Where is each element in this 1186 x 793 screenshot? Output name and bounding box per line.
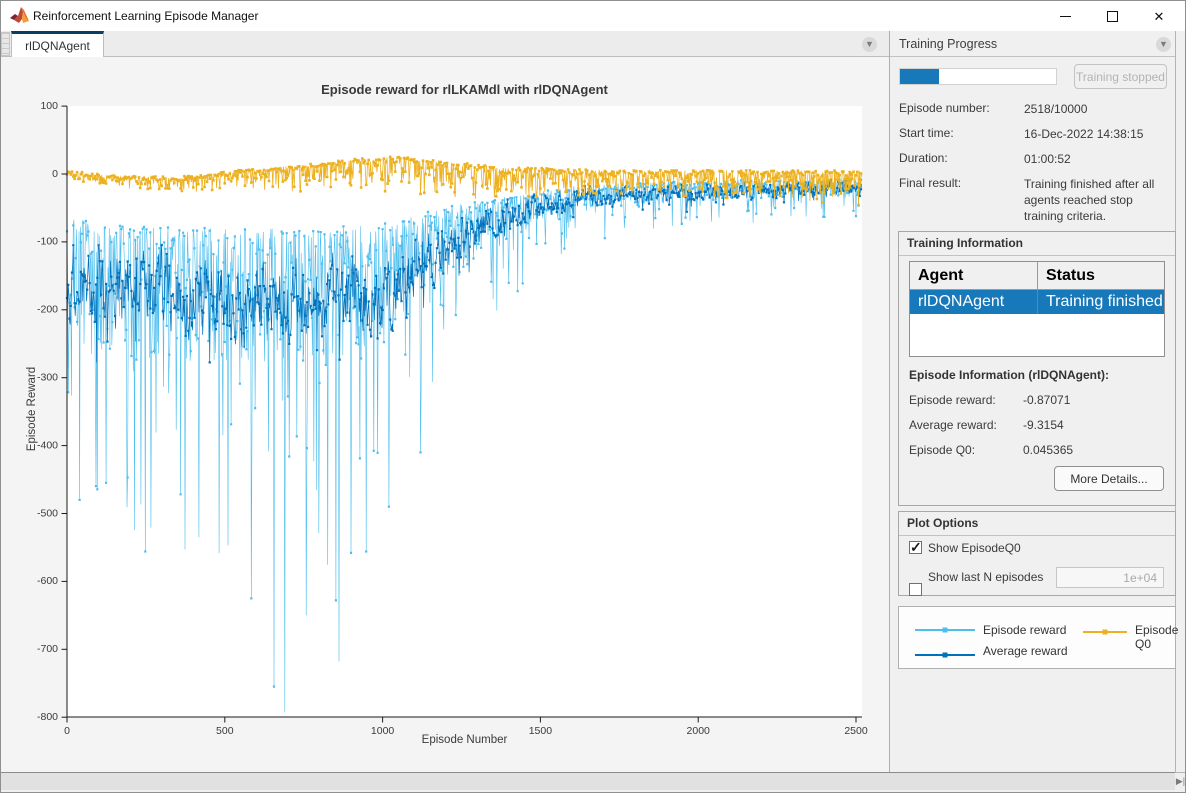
tab-rldqnagent[interactable]: rlDQNAgent [11, 31, 104, 57]
table-row[interactable]: rlDQNAgent Training finished [910, 290, 1164, 314]
average-reward-legend-swatch [915, 654, 975, 656]
square-marker-icon [943, 653, 948, 658]
duration-value: 01:00:52 [1024, 151, 1172, 167]
skip-end-icon: ▶| [1176, 776, 1185, 787]
duration-label: Duration: [899, 151, 948, 165]
svg-text:0: 0 [52, 168, 58, 180]
svg-text:-300: -300 [37, 371, 58, 383]
show-episodeq0-label: Show EpisodeQ0 [928, 541, 1021, 555]
y-axis-label: Episode Reward [26, 349, 38, 469]
n-episodes-input[interactable] [1056, 567, 1164, 588]
final-result-value: Training finished after all agents reach… [1024, 176, 1172, 225]
training-information-title: Training Information [899, 232, 1175, 256]
app-window: Reinforcement Learning Episode Manager ✕… [0, 0, 1186, 793]
average-reward-legend-label: Average reward [983, 644, 1068, 658]
episode-number-value: 2518/10000 [1024, 101, 1172, 117]
svg-text:-600: -600 [37, 575, 58, 587]
collapse-training-progress-button[interactable]: ▼ [1156, 37, 1171, 52]
horizontal-scrollbar-track[interactable] [1, 772, 1175, 790]
svg-text:-400: -400 [37, 439, 58, 451]
episode-q0-legend-label: Episode Q0 [1135, 623, 1178, 651]
episode-q0-value: 0.045365 [1023, 443, 1073, 457]
scrollbar-expand-button[interactable]: ▶| [1175, 772, 1186, 790]
episode-q0-label: Episode Q0: [909, 443, 975, 457]
chart-title: Episode reward for rlLKAMdl with rlDQNAg… [67, 82, 862, 97]
status-cell: Training finished [1038, 290, 1164, 314]
svg-text:-200: -200 [37, 304, 58, 316]
episode-reward-legend-label: Episode reward [983, 623, 1066, 637]
plot-options-title: Plot Options [899, 512, 1175, 536]
tab-label: rlDQNAgent [25, 39, 90, 53]
svg-text:100: 100 [40, 100, 58, 112]
average-reward-label: Average reward: [909, 418, 997, 432]
show-episodeq0-checkbox[interactable] [909, 541, 922, 554]
episode-reward-label: Episode reward: [909, 393, 996, 407]
episode-reward-value: -0.87071 [1023, 393, 1070, 407]
square-marker-icon [1103, 630, 1108, 635]
svg-text:-800: -800 [37, 711, 58, 723]
column-header-agent: Agent [910, 262, 1038, 289]
square-marker-icon [943, 628, 948, 633]
chevron-down-icon: ▼ [865, 40, 874, 49]
chart-legend: Episode reward Episode Q0 Average reward [898, 606, 1176, 669]
episode-reward-legend-swatch [915, 629, 975, 631]
vertical-scrollbar-track[interactable] [1175, 31, 1186, 772]
agent-status-table: Agent Status rlDQNAgent Training finishe… [909, 261, 1165, 357]
episode-information-title: Episode Information (rlDQNAgent): [909, 368, 1109, 382]
episode-number-label: Episode number: [899, 101, 990, 115]
start-time-label: Start time: [899, 126, 954, 140]
training-progress-bar [899, 68, 1057, 85]
start-time-value: 16-Dec-2022 14:38:15 [1024, 126, 1172, 142]
agent-cell: rlDQNAgent [910, 290, 1038, 314]
episode-q0-legend-swatch [1083, 631, 1127, 633]
show-last-n-episodes-checkbox[interactable] [909, 583, 922, 596]
svg-text:-100: -100 [37, 236, 58, 248]
chevron-down-icon: ▼ [1159, 40, 1168, 49]
training-stopped-button[interactable]: Training stopped [1074, 64, 1167, 89]
collapse-tabs-button[interactable]: ▼ [862, 37, 877, 52]
x-axis-label: Episode Number [67, 734, 862, 746]
more-details-button[interactable]: More Details... [1054, 466, 1164, 491]
show-last-n-episodes-label: Show last N episodes [928, 570, 1043, 584]
final-result-label: Final result: [899, 176, 961, 190]
average-reward-value: -9.3154 [1023, 418, 1064, 432]
column-header-status: Status [1038, 262, 1164, 289]
table-header-row: Agent Status [910, 262, 1164, 290]
progress-fill [900, 69, 939, 84]
svg-text:-700: -700 [37, 643, 58, 655]
svg-text:-500: -500 [37, 507, 58, 519]
